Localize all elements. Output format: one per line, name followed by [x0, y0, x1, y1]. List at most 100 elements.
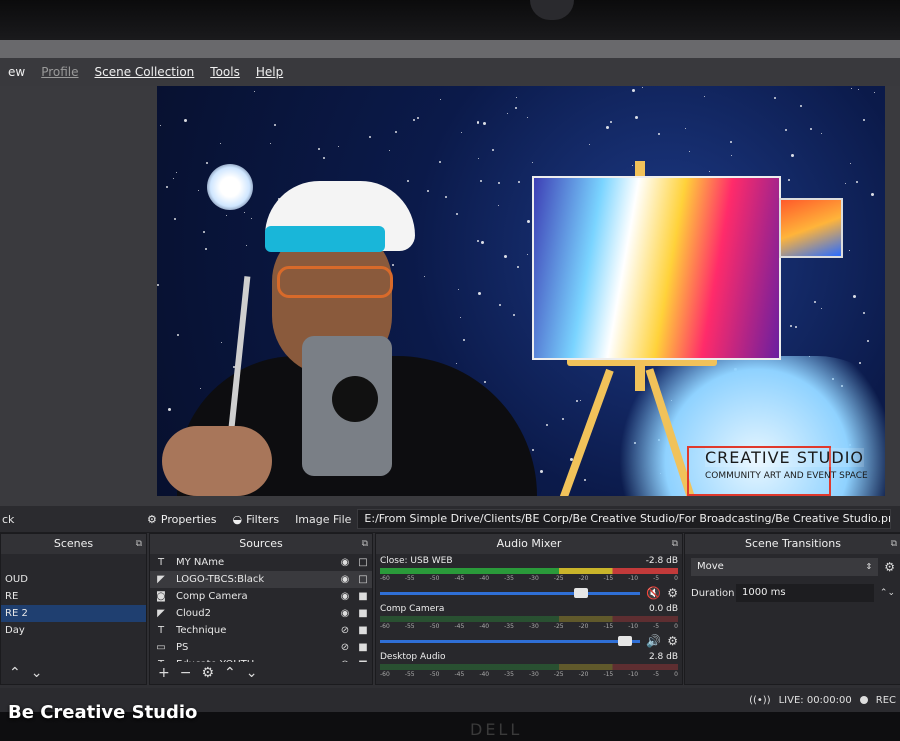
scene-item[interactable] [1, 554, 146, 571]
source-type-icon: T [157, 557, 165, 568]
star-dot [395, 131, 397, 133]
menu-item-tools[interactable]: Tools [202, 65, 248, 79]
source-settings-gear-icon[interactable]: ⚙ [201, 665, 214, 681]
eye-icon[interactable]: ◉ [336, 574, 354, 585]
eye-hidden-icon[interactable]: ⊘ [336, 625, 354, 636]
scale-tick: -10 [628, 575, 639, 582]
lock-icon[interactable]: ■ [354, 625, 372, 636]
source-item[interactable]: ◙ Comp Camera ◉ ■ [150, 588, 372, 605]
easel-leg-left [558, 368, 614, 496]
obs-window: ew Profile Scene Collection Tools Help C [0, 40, 900, 712]
star-dot [460, 317, 461, 318]
undock-icon[interactable]: ⧉ [136, 534, 142, 554]
star-dot [157, 284, 159, 286]
scale-tick: -10 [628, 623, 639, 630]
eye-icon[interactable]: ◉ [336, 557, 354, 568]
star-dot [859, 362, 861, 364]
scale-tick: -55 [404, 623, 415, 630]
transition-select[interactable]: Move ⇕ [691, 558, 879, 576]
star-dot [424, 276, 425, 277]
undock-icon[interactable]: ⧉ [362, 534, 368, 554]
star-dot [606, 126, 609, 129]
menu-item-view[interactable]: ew [0, 65, 33, 79]
star-dot [785, 129, 787, 131]
mixer-channel: Desktop Audio 2.8 dB -60 -55 -50 -45 -40 -35 -30… [376, 650, 682, 680]
preview-area: CREATIVE STUDIO COMMUNITY ART AND EVENT … [0, 86, 900, 506]
star-dot [221, 342, 222, 343]
filters-button[interactable]: ◒ Filters [232, 513, 279, 526]
volume-knob[interactable] [618, 635, 633, 646]
volume-slider[interactable] [380, 587, 641, 598]
duration-stepper-icon[interactable]: ⌃⌄ [880, 588, 895, 598]
star-dot [709, 171, 710, 172]
move-up-icon[interactable]: ⌃ [9, 665, 21, 681]
monitor-brand-logo: DELL [470, 720, 523, 739]
scale-tick: -60 [380, 623, 390, 630]
muted-speaker-icon[interactable]: 🔇 [646, 586, 661, 600]
speaker-icon[interactable]: 🔊 [646, 634, 661, 648]
channel-settings-gear-icon[interactable]: ⚙ [667, 586, 678, 600]
lock-icon[interactable]: ■ [354, 642, 372, 653]
unlock-icon[interactable]: □ [354, 574, 372, 585]
sunset-thumbnail-source[interactable] [779, 198, 843, 258]
properties-button[interactable]: ⚙ Properties [147, 513, 216, 526]
volume-slider[interactable] [380, 635, 641, 646]
eye-icon[interactable]: ◉ [336, 608, 354, 619]
star-dot [226, 215, 227, 216]
image-path-field[interactable]: E:/From Simple Drive/Clients/BE Corp/Be … [357, 509, 892, 529]
source-item[interactable]: T Technique ⊘ ■ [150, 622, 372, 639]
source-item[interactable]: T MY NAme ◉ □ [150, 554, 372, 571]
star-dot [251, 218, 252, 219]
updown-icon: ⇕ [865, 562, 873, 571]
channel-name: Desktop Audio [380, 652, 446, 662]
program-preview[interactable]: CREATIVE STUDIO COMMUNITY ART AND EVENT … [157, 86, 885, 496]
star-dot [481, 241, 484, 244]
unlock-icon[interactable]: □ [354, 557, 372, 568]
star-dot [498, 205, 499, 206]
source-properties-bar: ck ⚙ Properties ◒ Filters Image File E:/… [0, 506, 900, 533]
level-meter [380, 664, 678, 670]
star-dot [427, 190, 429, 192]
move-down-icon[interactable]: ⌄ [246, 665, 258, 681]
scene-item[interactable]: RE 2 [1, 605, 146, 622]
menu-item-scene-collection[interactable]: Scene Collection [87, 65, 203, 79]
lock-icon[interactable]: ■ [354, 591, 372, 602]
star-dot [810, 128, 812, 130]
scene-item[interactable]: RE [1, 588, 146, 605]
sources-dock: Sources ⧉ T MY NAme ◉ □ ◤ LOGO-TBCS:Black ◉ □ ◙ Co… [149, 533, 373, 685]
star-dot [458, 289, 459, 290]
scene-item[interactable]: OUD [1, 571, 146, 588]
volume-knob[interactable] [574, 587, 589, 598]
star-dot [731, 155, 732, 156]
scene-item[interactable]: Day [1, 622, 146, 639]
star-dot [856, 181, 858, 183]
source-item[interactable]: ◤ Cloud2 ◉ ■ [150, 605, 372, 622]
move-up-icon[interactable]: ⌃ [224, 665, 236, 681]
duration-input[interactable]: 1000 ms [736, 584, 874, 602]
menu-item-profile[interactable]: Profile [33, 65, 86, 79]
star-dot [198, 190, 199, 191]
lock-icon[interactable]: ■ [354, 608, 372, 619]
scale-tick: -40 [479, 575, 490, 582]
eye-hidden-icon[interactable]: ⊘ [336, 642, 354, 653]
remove-source-icon[interactable]: − [180, 665, 192, 681]
star-dot [689, 151, 690, 152]
scale-tick: -15 [603, 623, 614, 630]
star-dot [517, 266, 519, 268]
transition-settings-gear-icon[interactable]: ⚙ [884, 560, 895, 574]
channel-settings-gear-icon[interactable]: ⚙ [667, 634, 678, 648]
star-dot [642, 87, 643, 88]
star-dot [849, 250, 850, 251]
duration-label: Duration [691, 587, 735, 599]
source-item[interactable]: ◤ LOGO-TBCS:Black ◉ □ [150, 571, 372, 588]
source-item[interactable]: ▭ PS ⊘ ■ [150, 639, 372, 656]
undock-icon[interactable]: ⧉ [672, 534, 678, 554]
undock-icon[interactable]: ⧉ [891, 534, 897, 554]
add-source-icon[interactable]: + [158, 665, 170, 681]
eye-icon[interactable]: ◉ [336, 591, 354, 602]
move-down-icon[interactable]: ⌄ [31, 665, 43, 681]
star-dot [205, 248, 207, 250]
menu-item-help[interactable]: Help [248, 65, 291, 79]
cap-goggles [265, 226, 385, 252]
channel-name: Close: USB WEB [380, 556, 453, 566]
